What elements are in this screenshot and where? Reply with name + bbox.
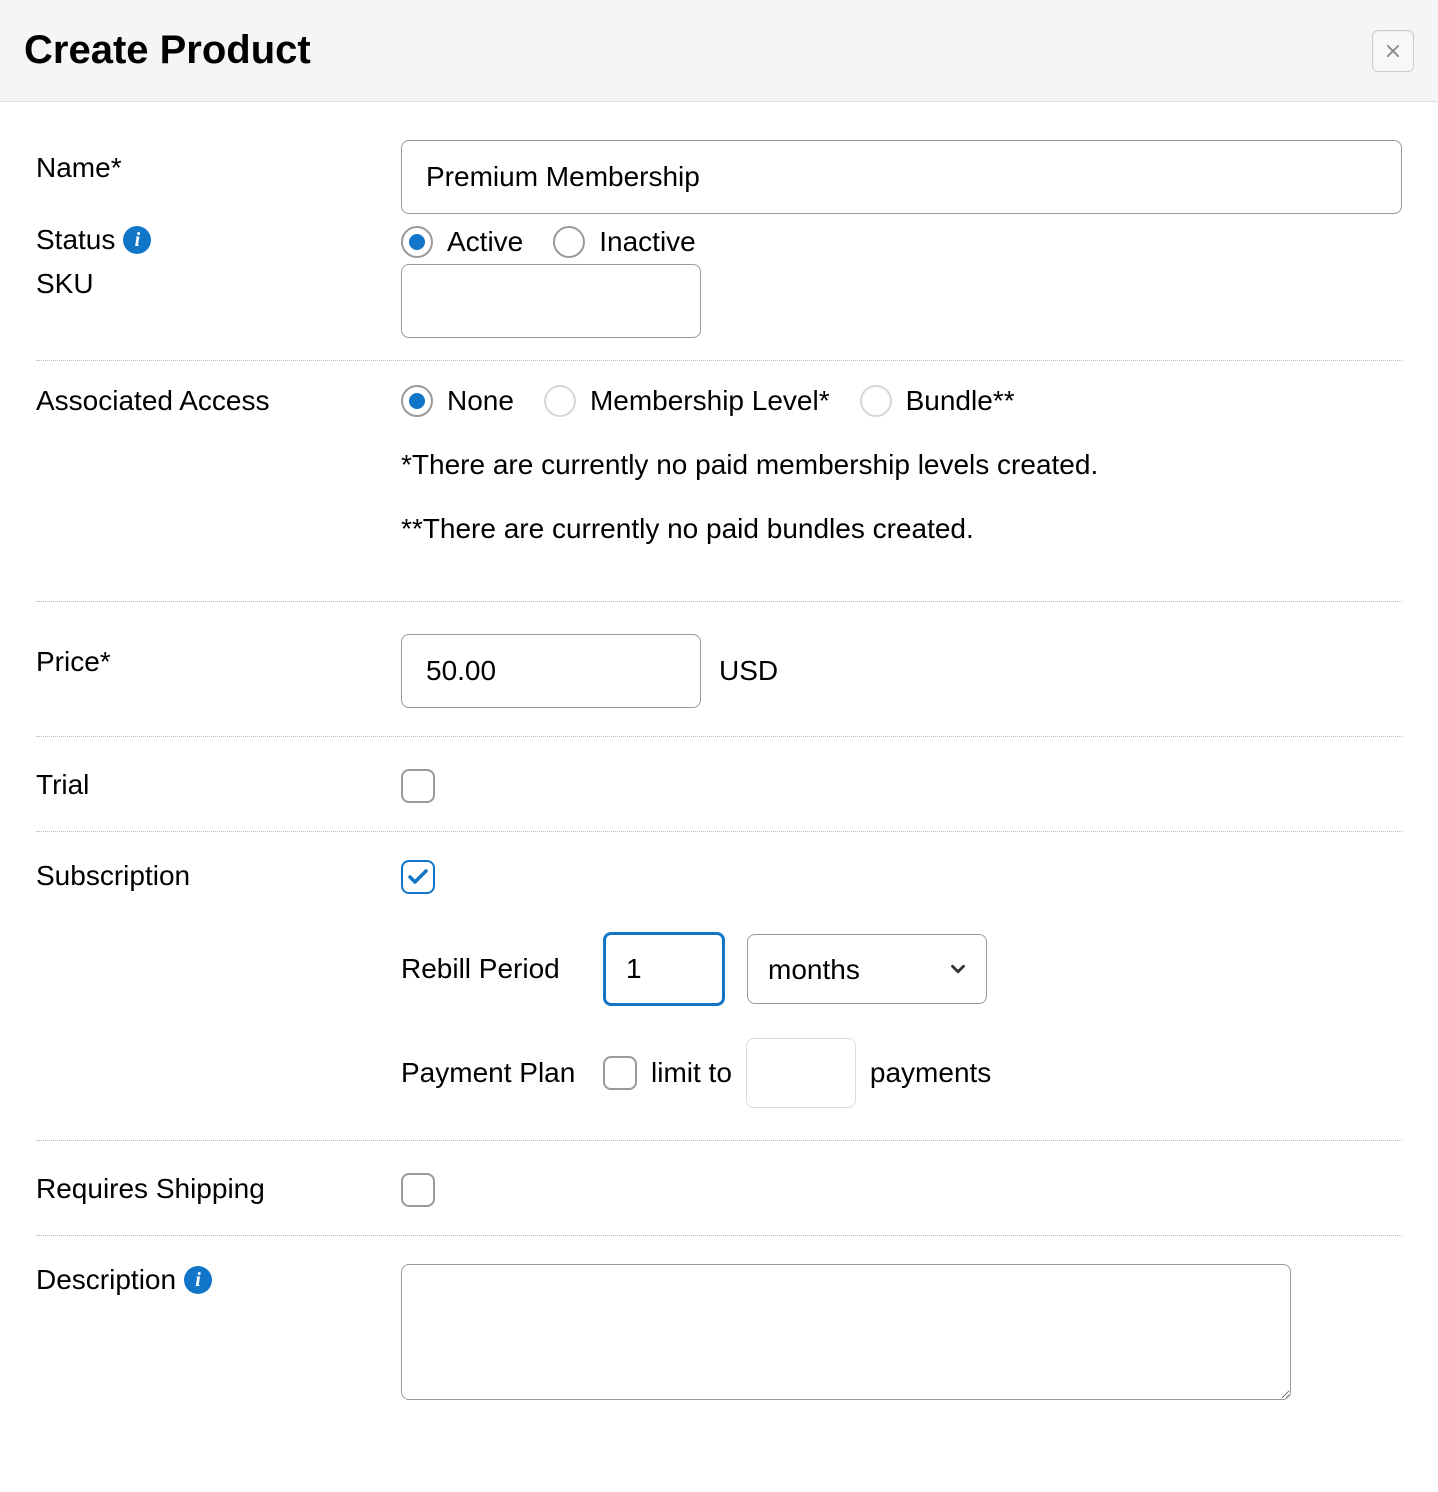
- currency-label: USD: [719, 655, 778, 687]
- label-name: Name*: [36, 140, 401, 184]
- label-rebill-period: Rebill Period: [401, 953, 581, 985]
- requires-shipping-checkbox[interactable]: [401, 1173, 435, 1207]
- label-price: Price*: [36, 634, 401, 678]
- label-sku: SKU: [36, 264, 401, 300]
- divider: [36, 1235, 1402, 1236]
- check-icon: [406, 865, 430, 889]
- info-icon[interactable]: i: [184, 1266, 212, 1294]
- label-payment-plan: Payment Plan: [401, 1057, 581, 1089]
- label-trial: Trial: [36, 769, 401, 801]
- divider: [36, 1140, 1402, 1141]
- row-status: Status i Active Inactive: [36, 222, 1402, 260]
- price-input[interactable]: [401, 634, 701, 708]
- rebill-value-input[interactable]: [603, 932, 725, 1006]
- row-subscription: Subscription Rebill Period months: [36, 846, 1402, 1126]
- access-membership-label: Membership Level*: [590, 385, 830, 417]
- access-none-label: None: [447, 385, 514, 417]
- modal-body: Name* Status i Active Inactive: [0, 102, 1438, 1435]
- status-active-label: Active: [447, 226, 523, 258]
- divider: [36, 360, 1402, 361]
- label-status: Status i: [36, 224, 401, 256]
- payment-plan-row: Payment Plan limit to payments: [401, 1038, 1402, 1108]
- divider: [36, 601, 1402, 602]
- note-bundle: **There are currently no paid bundles cr…: [401, 513, 1402, 545]
- row-requires-shipping: Requires Shipping: [36, 1155, 1402, 1221]
- row-price: Price* USD: [36, 616, 1402, 722]
- trial-checkbox[interactable]: [401, 769, 435, 803]
- row-description: Description i: [36, 1250, 1402, 1415]
- radio-icon: [401, 226, 433, 258]
- label-associated-access: Associated Access: [36, 383, 401, 417]
- radio-icon: [553, 226, 585, 258]
- modal-title: Create Product: [24, 28, 311, 73]
- divider: [36, 831, 1402, 832]
- close-icon: [1382, 40, 1404, 62]
- access-bundle-option[interactable]: Bundle**: [860, 385, 1015, 417]
- radio-icon: [860, 385, 892, 417]
- label-status-text: Status: [36, 224, 115, 256]
- modal-header: Create Product: [0, 0, 1438, 102]
- name-input[interactable]: [401, 140, 1402, 214]
- radio-icon: [401, 385, 433, 417]
- access-none-option[interactable]: None: [401, 385, 514, 417]
- payment-plan-checkbox[interactable]: [603, 1056, 637, 1090]
- row-associated-access: Associated Access None Membership Level*…: [36, 375, 1402, 587]
- subscription-checkbox[interactable]: [401, 860, 435, 894]
- divider: [36, 736, 1402, 737]
- status-inactive-label: Inactive: [599, 226, 696, 258]
- row-trial: Trial: [36, 751, 1402, 817]
- row-name: Name*: [36, 132, 1402, 222]
- payment-limit-input[interactable]: [746, 1038, 856, 1108]
- payments-label: payments: [870, 1057, 991, 1089]
- create-product-modal: Create Product Name* Status i: [0, 0, 1438, 1435]
- note-membership: *There are currently no paid membership …: [401, 449, 1402, 481]
- close-button[interactable]: [1372, 30, 1414, 72]
- label-requires-shipping: Requires Shipping: [36, 1173, 401, 1205]
- sku-input[interactable]: [401, 264, 701, 338]
- status-inactive-option[interactable]: Inactive: [553, 226, 696, 258]
- description-textarea[interactable]: [401, 1264, 1291, 1400]
- access-bundle-label: Bundle**: [906, 385, 1015, 417]
- access-membership-option[interactable]: Membership Level*: [544, 385, 830, 417]
- limit-to-label: limit to: [651, 1057, 732, 1089]
- info-icon[interactable]: i: [123, 226, 151, 254]
- row-sku: SKU: [36, 260, 1402, 346]
- label-description: Description i: [36, 1264, 401, 1296]
- label-description-text: Description: [36, 1264, 176, 1296]
- status-active-option[interactable]: Active: [401, 226, 523, 258]
- label-subscription: Subscription: [36, 860, 401, 892]
- radio-icon: [544, 385, 576, 417]
- rebill-period-row: Rebill Period months: [401, 932, 1402, 1006]
- rebill-unit-select[interactable]: months: [747, 934, 987, 1004]
